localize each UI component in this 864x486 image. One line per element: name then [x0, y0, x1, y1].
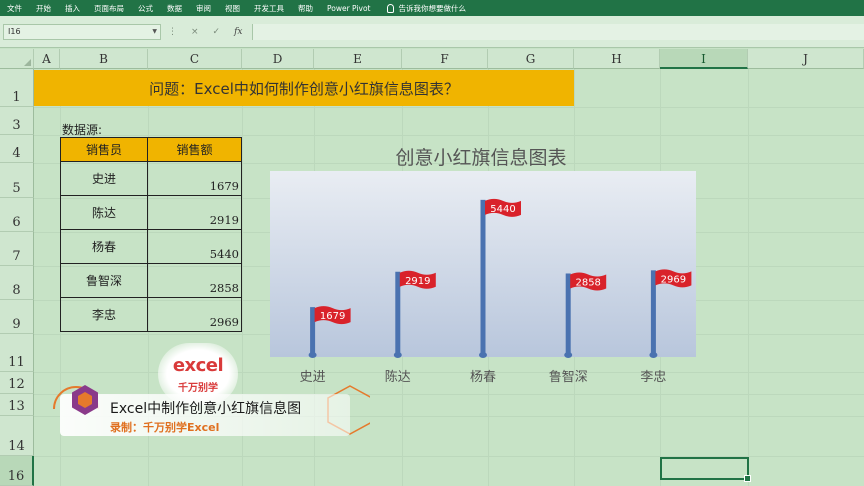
- column-header-e[interactable]: E: [314, 49, 402, 69]
- column-header-h[interactable]: H: [574, 49, 660, 69]
- row-header-4[interactable]: 4: [0, 135, 34, 163]
- video-caption: Excel中制作创意小红旗信息图 录制：千万别学Excel: [40, 378, 370, 440]
- caption-subtitle: 录制：千万别学Excel: [110, 421, 220, 434]
- row-header-9[interactable]: 9: [0, 300, 34, 334]
- flag-pole-base: [393, 352, 402, 358]
- data-source-label: 数据源:: [62, 123, 103, 137]
- gridline: [748, 69, 749, 486]
- data-label: 5440: [490, 204, 515, 215]
- table-row: 李忠 2969: [60, 297, 242, 332]
- ribbon-menu: 文件 开始 插入 页面布局 公式 数据 审阅 视图 开发工具 帮助 Power …: [0, 0, 864, 16]
- category-label: 杨春: [470, 370, 496, 385]
- column-header-c[interactable]: C: [148, 49, 242, 69]
- salesperson-cell[interactable]: 李忠: [60, 297, 148, 332]
- tab-file[interactable]: 文件: [0, 3, 29, 14]
- row-header-13[interactable]: 13: [0, 394, 34, 416]
- chevron-down-icon[interactable]: ▼: [152, 25, 157, 39]
- tab-review[interactable]: 审阅: [189, 3, 218, 14]
- tab-help[interactable]: 帮助: [291, 3, 320, 14]
- formula-bar: I16 ▼ ⋮ × ✓ fx: [0, 16, 864, 48]
- formula-input[interactable]: [252, 24, 864, 40]
- table-row: 史进 1679: [60, 161, 242, 196]
- table-row: 鲁智深 2858: [60, 263, 242, 298]
- salesperson-cell[interactable]: 史进: [60, 161, 148, 196]
- gridline: [34, 107, 864, 108]
- tab-formulas[interactable]: 公式: [131, 3, 160, 14]
- column-header-a[interactable]: A: [34, 49, 60, 69]
- more-icon: ⋮: [168, 27, 177, 37]
- enter-button[interactable]: ✓: [213, 27, 221, 37]
- data-label: 2919: [405, 276, 430, 287]
- category-label: 陈达: [385, 369, 411, 385]
- chart-svg: 1679史进2919陈达5440杨春2858鲁智深2969李忠: [270, 171, 696, 385]
- name-box-value: I16: [8, 27, 21, 36]
- cancel-button[interactable]: ×: [191, 27, 199, 37]
- table-row: 杨春 5440: [60, 229, 242, 264]
- row-header-11[interactable]: 11: [0, 334, 34, 372]
- tell-me-box[interactable]: 告诉我你想要做什么: [387, 3, 466, 14]
- watermark-logo-text: excel: [172, 355, 224, 376]
- row-header-8[interactable]: 8: [0, 266, 34, 300]
- row-header-3[interactable]: 3: [0, 107, 34, 135]
- sales-table: 销售员 销售额 史进 1679 陈达 2919 杨春 5440 鲁智深 2858…: [60, 137, 242, 332]
- tell-me-text: 告诉我你想要做什么: [398, 3, 466, 13]
- flag-pole[interactable]: [480, 199, 486, 355]
- row-header-6[interactable]: 6: [0, 198, 34, 232]
- lightbulb-icon: [387, 3, 395, 13]
- sales-cell[interactable]: 2919: [147, 195, 242, 230]
- row-header-12[interactable]: 12: [0, 372, 34, 394]
- flag-pole[interactable]: [310, 307, 316, 355]
- flag-pole[interactable]: [395, 271, 401, 355]
- flag-chart[interactable]: 创意小红旗信息图表 1679 史进 2919 陈达 5440 杨春 2858 鲁智深 2969 李…: [250, 125, 712, 395]
- data-label: 2858: [575, 277, 600, 288]
- row-header-14[interactable]: 14: [0, 416, 34, 456]
- tab-page-layout[interactable]: 页面布局: [87, 3, 131, 14]
- formula-buttons: ⋮ × ✓ fx: [168, 24, 243, 40]
- sales-cell[interactable]: 5440: [147, 229, 242, 264]
- data-label: 1679: [320, 311, 345, 322]
- select-all-button[interactable]: [0, 49, 34, 69]
- row-header-7[interactable]: 7: [0, 232, 34, 266]
- salesperson-cell[interactable]: 鲁智深: [60, 263, 148, 298]
- sales-cell[interactable]: 2969: [147, 297, 242, 332]
- tab-power-pivot[interactable]: Power Pivot: [320, 4, 377, 13]
- data-label: 2969: [661, 274, 686, 285]
- insert-function-button[interactable]: fx: [234, 27, 242, 37]
- category-label: 李忠: [640, 370, 666, 385]
- flag-pole[interactable]: [565, 273, 571, 355]
- header-salesperson[interactable]: 销售员: [60, 137, 148, 162]
- flag-pole-base: [564, 352, 573, 358]
- column-header-i[interactable]: I: [660, 49, 748, 69]
- flag-pole-base: [479, 352, 487, 358]
- hexagon-icon: [72, 385, 98, 415]
- table-row: 陈达 2919: [60, 195, 242, 230]
- row-header-16[interactable]: 16: [0, 456, 34, 486]
- tab-insert[interactable]: 插入: [58, 3, 87, 14]
- caption-title: Excel中制作创意小红旗信息图: [110, 401, 302, 417]
- tab-developer[interactable]: 开发工具: [247, 3, 291, 14]
- row-header-1[interactable]: 1: [0, 69, 34, 107]
- excel-window: 文件 开始 插入 页面布局 公式 数据 审阅 视图 开发工具 帮助 Power …: [0, 0, 864, 486]
- category-label: 鲁智深: [549, 370, 588, 385]
- flag-pole-base: [649, 352, 658, 358]
- column-header-f[interactable]: F: [402, 49, 488, 69]
- column-header-b[interactable]: B: [60, 49, 148, 69]
- header-sales[interactable]: 销售额: [147, 137, 242, 162]
- column-header-d[interactable]: D: [242, 49, 314, 69]
- tab-view[interactable]: 视图: [218, 3, 247, 14]
- salesperson-cell[interactable]: 杨春: [60, 229, 148, 264]
- flag-pole[interactable]: [650, 270, 656, 355]
- flag-pole-base: [308, 352, 317, 358]
- question-banner[interactable]: 问题：Excel中如何制作创意小红旗信息图表？: [34, 70, 574, 106]
- column-header-j[interactable]: J: [748, 49, 864, 69]
- row-header-5[interactable]: 5: [0, 163, 34, 198]
- sales-cell[interactable]: 1679: [147, 161, 242, 196]
- tab-home[interactable]: 开始: [29, 3, 58, 14]
- selected-cell-i16[interactable]: [660, 457, 751, 482]
- salesperson-cell[interactable]: 陈达: [60, 195, 148, 230]
- tab-data[interactable]: 数据: [160, 3, 189, 14]
- name-box[interactable]: I16 ▼: [3, 24, 161, 40]
- column-header-g[interactable]: G: [488, 49, 574, 69]
- sales-cell[interactable]: 2858: [147, 263, 242, 298]
